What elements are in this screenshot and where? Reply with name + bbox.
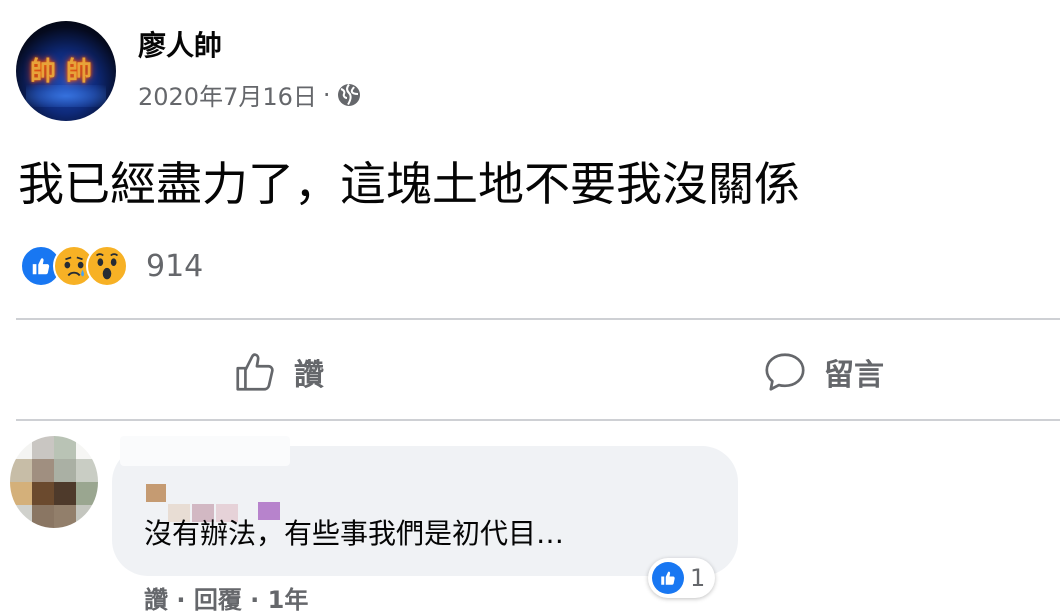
post-text: 我已經盡力了，這塊土地不要我沒關係	[18, 157, 800, 211]
author-name[interactable]: 廖人帥	[138, 24, 222, 64]
post-date[interactable]: 2020年7月16日	[138, 77, 317, 112]
comment-button[interactable]: 留言	[762, 344, 884, 400]
comment-text: 沒有辦法，有些事我們是初代目…	[144, 517, 565, 550]
comment-button-label: 留言	[824, 358, 884, 393]
comment-reaction-badge[interactable]: 1	[648, 558, 716, 598]
reaction-summary[interactable]: 914	[20, 245, 203, 287]
pixel-block	[146, 484, 166, 502]
commenter-avatar[interactable]	[10, 436, 98, 528]
reaction-count[interactable]: 914	[146, 249, 203, 284]
like-button-label: 讚	[294, 358, 324, 393]
globe-icon	[337, 83, 360, 106]
post-meta: 2020年7月16日 ·	[138, 77, 361, 112]
avatar-art: 帥帥	[29, 57, 102, 87]
like-button[interactable]: 讚	[232, 344, 324, 400]
avatar-glow	[26, 85, 106, 107]
author-avatar[interactable]: 帥帥	[16, 21, 116, 121]
thumbs-up-icon	[236, 353, 274, 391]
meta-separator: ·	[322, 80, 331, 109]
wow-icon	[86, 245, 128, 287]
divider	[16, 318, 1060, 320]
divider	[16, 419, 1060, 421]
comment-like-count: 1	[690, 564, 706, 592]
comment-bubble-icon	[765, 353, 805, 391]
comment-actions[interactable]: 讚 · 回覆 · 1年	[144, 580, 308, 615]
like-icon	[652, 562, 684, 594]
commenter-name-pixelated[interactable]	[120, 436, 290, 466]
